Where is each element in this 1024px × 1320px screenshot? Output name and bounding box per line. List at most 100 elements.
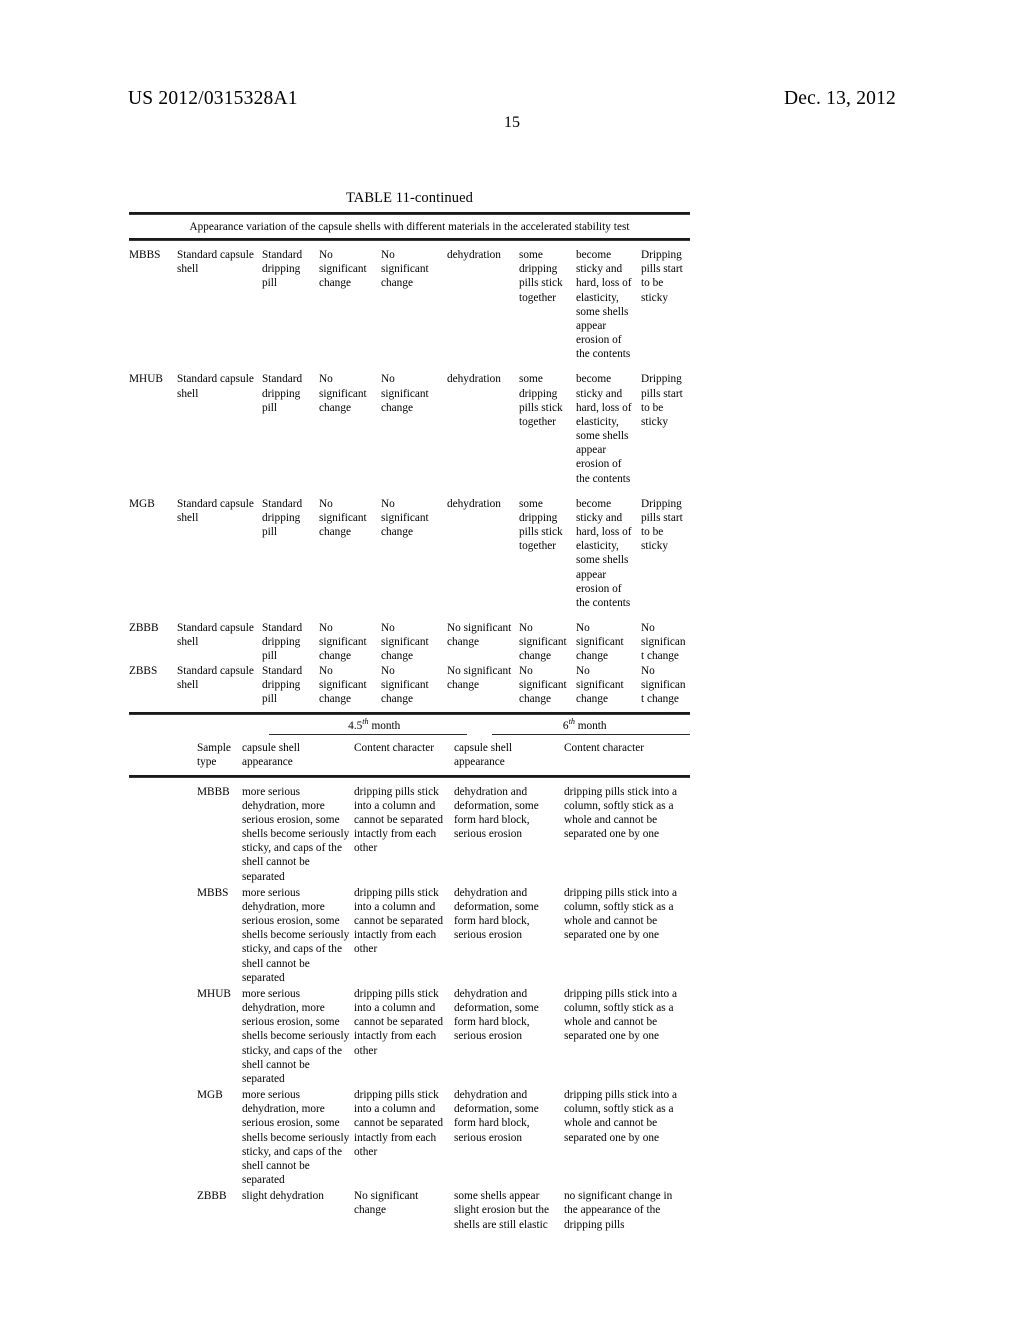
data-cell: more serious dehydration, more serious e… [242,886,350,984]
table-row: ZBBS Standard capsule shell Standard dri… [129,664,690,707]
table-row: MBBS Standard capsule shell Standard dri… [129,241,690,372]
underline-spacer [129,734,269,735]
data-cell: Standard dripping pill [262,373,303,414]
data-cell: no significant change in the appearance … [564,1190,673,1231]
sample-type-cell: MBBB [197,785,230,798]
month-group-4-5: 4.5th month [269,715,480,734]
table-row: MBBB more serious dehydration, more seri… [129,778,690,886]
month-header-spacer [129,715,269,734]
column-header-content-character-4-5: Content character [354,742,434,755]
data-cell: Standard capsule shell [177,249,254,276]
data-cell: some dripping pills stick together [519,373,563,428]
data-cell: dripping pills stick into a column, soft… [564,785,677,841]
table-header-row: Sample type capsule shell appearance Con… [129,735,690,774]
sample-type-cell: MBBS [197,886,229,899]
data-cell: dehydration and deformation, some form h… [454,785,539,841]
table-row: MHUB Standard capsule shell Standard dri… [129,372,690,496]
data-cell: dripping pills stick into a column and c… [354,1089,444,1158]
data-cell: dehydration and deformation, some form h… [454,886,539,942]
table-row: MHUB more serious dehydration, more seri… [129,987,690,1088]
data-cell: No significant change [519,664,567,705]
table-caption: TABLE 11-continued [346,190,473,206]
month-unit: month [368,720,401,733]
data-cell: dehydration and deformation, some form h… [454,987,539,1043]
data-cell: some dripping pills stick together [519,497,563,553]
data-cell: No significant change [381,249,429,290]
data-cell: Standard capsule shell [177,622,254,649]
data-cell: Dripping pills start to be sticky [641,249,683,304]
stability-table-section-1: MBBS Standard capsule shell Standard dri… [129,241,690,706]
sample-type-cell: MHUB [129,373,163,386]
sample-type-cell: ZBBB [197,1190,227,1203]
data-cell: dehydration [447,249,501,261]
row-spacer-cell [129,778,197,886]
stability-table-section-2-body: MBBB more serious dehydration, more seri… [129,778,690,1234]
month-group-6: 6th month [480,715,691,734]
header-spacer-cell [129,735,197,774]
data-cell: become sticky and hard, loss of elastici… [576,249,632,361]
row-spacer-cell [129,1189,197,1234]
data-cell: No significant change [319,249,367,290]
table-row: ZBBB slight dehydration No significant c… [129,1189,690,1234]
data-cell: Standard dripping pill [262,249,303,290]
data-cell: dehydration and deformation, some form h… [454,1089,539,1144]
page-header: US 2012/0315328A1 Dec. 13, 2012 [128,88,896,110]
month-group-header: 4.5th month 6th month [129,715,690,734]
data-cell: No significant change [319,497,367,539]
data-cell: slight dehydration [242,1190,324,1203]
data-cell: Standard dripping pill [262,622,303,663]
column-header-capsule-shell-appearance-6: capsule shell appearance [454,742,513,769]
data-cell: No significant change [381,664,429,705]
sample-type-cell: ZBBS [129,664,158,677]
sample-type-cell: MHUB [197,987,231,1000]
data-cell: dripping pills stick into a column and c… [354,886,444,956]
data-cell: become sticky and hard, loss of elastici… [576,373,632,485]
data-cell: No significant change [576,622,624,663]
column-header-content-character-6: Content character [564,742,644,755]
table-row: MBBS more serious dehydration, more seri… [129,886,690,987]
data-cell: No significant change [381,622,429,663]
data-cell: dripping pills stick into a column and c… [354,785,444,855]
data-cell: No significant change [576,664,624,705]
month-group-underlines [129,734,691,736]
month-unit: month [574,720,607,733]
page-number: 15 [504,114,520,131]
data-cell: No significant change [381,373,429,414]
table-row: ZBBB Standard capsule shell Standard dri… [129,621,690,664]
table-row: MGB more serious dehydration, more serio… [129,1088,690,1189]
data-cell: No significant change [319,622,367,663]
month-underline-4-5 [269,734,480,736]
table-row: MGB Standard capsule shell Standard drip… [129,497,690,621]
data-cell: No significant change [447,622,512,649]
data-cell: some shells appear slight erosion but th… [454,1190,550,1231]
table-subcaption: Appearance variation of the capsule shel… [189,221,630,233]
data-cell: dripping pills stick into a column, soft… [564,886,677,942]
data-cell: some dripping pills stick together [519,249,563,304]
data-cell: dripping pills stick into a column, soft… [564,1089,677,1144]
row-spacer-cell [129,1088,197,1189]
data-cell: more serious dehydration, more serious e… [242,1089,350,1187]
row-spacer-cell [129,987,197,1088]
data-cell: No significant change [354,1190,419,1217]
data-cell: more serious dehydration, more serious e… [242,987,350,1085]
data-cell: Standard dripping pill [262,664,303,705]
data-cell: No significant change [641,664,686,705]
data-cell: dehydration [447,497,501,510]
data-cell: dehydration [447,373,501,386]
data-cell: No significant change [319,664,367,705]
data-cell: Dripping pills start to be sticky [641,373,683,428]
data-cell: Dripping pills start to be sticky [641,497,683,553]
data-cell: No significant change [519,622,567,663]
month-value: 4.5 [348,720,363,733]
data-cell: more serious dehydration, more serious e… [242,785,350,883]
column-header-sample-type: Sample type [197,742,231,769]
publication-date: Dec. 13, 2012 [784,88,896,109]
data-cell: Standard capsule shell [177,373,254,400]
data-cell: dripping pills stick into a column and c… [354,987,444,1057]
month-underline-6 [480,734,691,736]
data-cell: No significant change [447,664,512,691]
column-header-capsule-shell-appearance-4-5: capsule shell appearance [242,742,301,769]
row-spacer-cell [129,886,197,987]
data-cell: No significant change [381,497,429,539]
publication-number: US 2012/0315328A1 [128,88,298,109]
